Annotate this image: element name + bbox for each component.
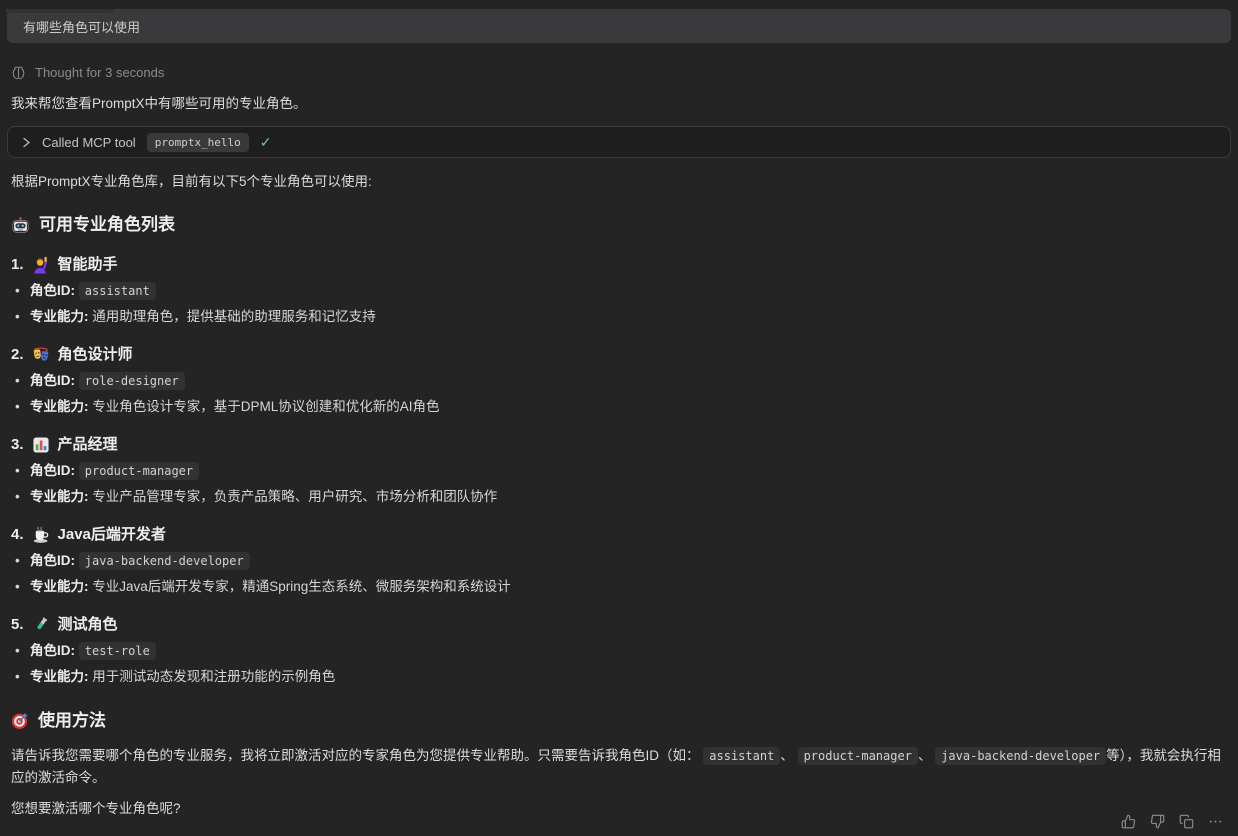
role-heading-3: 3. 产品经理: [11, 435, 1238, 455]
user-message-bubble: 有哪些角色可以使用: [7, 9, 1231, 43]
role-props-4: 角色ID: java-backend-developer 专业能力: 专业Jav…: [0, 551, 1238, 597]
thumbs-down-icon: [1150, 814, 1165, 829]
user-message-text: 有哪些角色可以使用: [23, 17, 140, 36]
thought-label: Thought for 3 seconds: [35, 65, 164, 80]
usage-question: 您想要激活哪个专业角色呢?: [11, 798, 1227, 820]
brain-icon: [11, 65, 26, 80]
role-id-chip: java-backend-developer: [79, 552, 250, 570]
role-props-5: 角色ID: test-role 专业能力: 用于测试动态发现和注册功能的示例角色: [0, 641, 1238, 687]
bar-chart-icon: [32, 436, 50, 454]
role-heading-1: 1. 智能助手: [11, 255, 1238, 275]
copy-icon: [1179, 814, 1194, 829]
role-id-row: 角色ID: java-backend-developer: [30, 551, 1238, 571]
role-id-chip: product-manager: [79, 462, 199, 480]
role-title: 测试角色: [58, 615, 118, 635]
role-number: 4.: [11, 525, 24, 545]
more-actions-button[interactable]: [1204, 811, 1226, 831]
copy-button[interactable]: [1175, 811, 1197, 831]
thought-toggle[interactable]: Thought for 3 seconds: [11, 65, 164, 80]
usage-heading-text: 使用方法: [38, 709, 106, 733]
role-id-chip: product-manager: [798, 747, 918, 765]
thumbs-down-button[interactable]: [1146, 811, 1168, 831]
success-check-icon: ✓: [260, 135, 272, 149]
message-action-bar: [1117, 811, 1226, 831]
role-capability-row: 专业能力: 专业Java后端开发专家，精通Spring生态系统、微服务架构和系统…: [30, 577, 1238, 597]
target-icon: [11, 712, 29, 730]
role-props-1: 角色ID: assistant 专业能力: 通用助理角色，提供基础的助理服务和记…: [0, 281, 1238, 327]
more-ellipsis-icon: [1208, 814, 1223, 829]
role-id-row: 角色ID: assistant: [30, 281, 1238, 301]
role-heading-2: 2. 角色设计师: [11, 345, 1238, 365]
roles-list-heading-text: 可用专业角色列表: [39, 213, 175, 237]
role-number: 2.: [11, 345, 24, 365]
role-id-row: 角色ID: role-designer: [30, 371, 1238, 391]
usage-heading: 使用方法: [11, 709, 1238, 733]
performing-arts-icon: [32, 346, 50, 364]
usage-instructions: 请告诉我您需要哪个角色的专业服务，我将立即激活对应的专家角色为您提供专业帮助。只…: [11, 745, 1227, 789]
role-number: 5.: [11, 615, 24, 635]
role-heading-5: 5. 测试角色: [11, 615, 1238, 635]
role-title: 角色设计师: [58, 345, 133, 365]
tool-call-label: Called MCP tool: [42, 135, 136, 150]
role-props-3: 角色ID: product-manager 专业能力: 专业产品管理专家，负责产…: [0, 461, 1238, 507]
chevron-right-icon: [22, 137, 31, 148]
role-capability-row: 专业能力: 通用助理角色，提供基础的助理服务和记忆支持: [30, 307, 1238, 327]
role-title: Java后端开发者: [58, 525, 166, 545]
roles-list-heading: 可用专业角色列表: [11, 213, 1238, 237]
thumbs-up-icon: [1121, 814, 1136, 829]
role-capability-row: 专业能力: 专业产品管理专家，负责产品策略、用户研究、市场分析和团队协作: [30, 487, 1238, 507]
role-title: 智能助手: [58, 255, 118, 275]
coffee-icon: [32, 526, 50, 544]
role-id-chip: assistant: [79, 282, 156, 300]
clipped-previous-element: [6, 9, 116, 14]
role-id-chip: java-backend-developer: [935, 747, 1106, 765]
assistant-intro-text: 我来帮您查看PromptX中有哪些可用的专业角色。: [11, 95, 1227, 113]
mcp-tool-call-row[interactable]: Called MCP tool promptx_hello ✓: [7, 126, 1231, 158]
role-number: 3.: [11, 435, 24, 455]
raising-hand-icon: [32, 256, 50, 274]
role-number: 1.: [11, 255, 24, 275]
role-heading-4: 4. Java后端开发者: [11, 525, 1238, 545]
assistant-summary-text: 根据PromptX专业角色库，目前有以下5个专业角色可以使用:: [11, 173, 1227, 191]
robot-icon: [11, 216, 30, 235]
role-id-chip: test-role: [79, 642, 156, 660]
tool-name-badge: promptx_hello: [147, 133, 249, 152]
role-id-chip: assistant: [703, 747, 780, 765]
test-tube-icon: [32, 616, 50, 634]
thumbs-up-button[interactable]: [1117, 811, 1139, 831]
role-id-row: 角色ID: product-manager: [30, 461, 1238, 481]
role-id-chip: role-designer: [79, 372, 185, 390]
role-capability-row: 专业能力: 用于测试动态发现和注册功能的示例角色: [30, 667, 1238, 687]
role-capability-row: 专业能力: 专业角色设计专家，基于DPML协议创建和优化新的AI角色: [30, 397, 1238, 417]
role-id-row: 角色ID: test-role: [30, 641, 1238, 661]
role-props-2: 角色ID: role-designer 专业能力: 专业角色设计专家，基于DPM…: [0, 371, 1238, 417]
role-title: 产品经理: [58, 435, 118, 455]
